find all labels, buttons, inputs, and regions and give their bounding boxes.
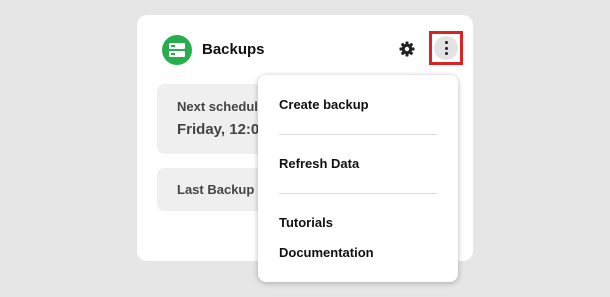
gear-icon[interactable] [399, 41, 415, 57]
menu-item-tutorials[interactable]: Tutorials [279, 215, 333, 230]
more-options-menu: Create backup Refresh Data Tutorials Doc… [258, 75, 458, 282]
more-vertical-icon[interactable] [434, 36, 458, 60]
server-icon [162, 35, 192, 65]
last-backup-label: Last Backup [177, 182, 255, 197]
menu-item-documentation[interactable]: Documentation [279, 245, 374, 260]
menu-item-refresh-data[interactable]: Refresh Data [279, 156, 359, 171]
menu-item-create-backup[interactable]: Create backup [279, 97, 369, 112]
menu-divider [279, 134, 437, 135]
next-schedule-panel: Next schedule Friday, 12:00 [157, 84, 267, 154]
last-backup-panel: Last Backup [157, 168, 267, 211]
card-title: Backups [202, 41, 265, 58]
menu-divider [279, 193, 437, 194]
next-schedule-label: Next schedule [177, 99, 266, 114]
next-schedule-value: Friday, 12:00 [177, 121, 267, 138]
